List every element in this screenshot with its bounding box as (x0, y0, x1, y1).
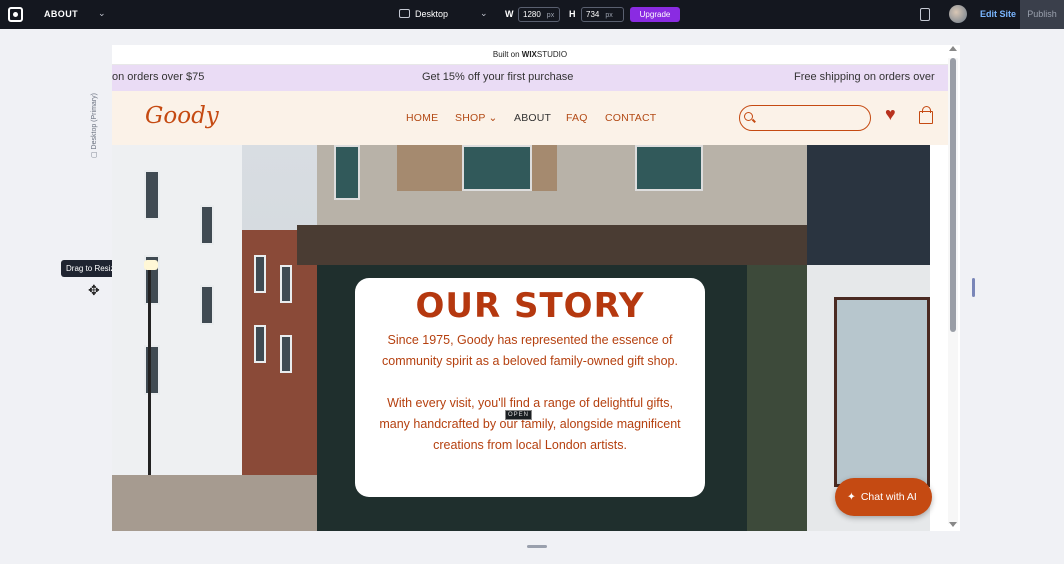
shop-fascia-image (297, 225, 837, 265)
window-image (254, 255, 266, 293)
window-image (254, 325, 266, 363)
resize-cursor-icon[interactable]: ✥ (88, 282, 100, 299)
search-icon (744, 112, 753, 121)
device-selector[interactable]: Desktop (415, 9, 448, 19)
bottom-resize-handle[interactable] (527, 545, 547, 548)
publish-button[interactable]: Publish (1020, 0, 1064, 29)
scroll-up-arrow-icon[interactable] (949, 46, 957, 51)
promo-ticker: on orders over $75 Get 15% off your firs… (112, 65, 948, 91)
window-image (144, 345, 160, 395)
promo-text: on orders over $75 (112, 71, 205, 83)
window-image (280, 265, 292, 303)
chevron-down-icon[interactable]: ⌄ (98, 8, 106, 19)
pages-panel-icon[interactable] (920, 8, 930, 21)
window-image (200, 285, 214, 325)
edit-site-button[interactable]: Edit Site (980, 9, 1016, 19)
nav-home[interactable]: HOME (406, 112, 438, 124)
editor-top-bar: ABOUT ⌄ Desktop ⌄ W 1280 px H 734 px Upgra… (0, 0, 1064, 29)
height-label: H (569, 9, 576, 19)
avatar[interactable] (949, 5, 967, 23)
window-image (280, 335, 292, 373)
wix-studio-logo-icon[interactable] (8, 7, 23, 22)
height-input[interactable]: 734 px (581, 7, 624, 22)
lamp-image (144, 260, 158, 270)
sparkle-icon: ✦ (847, 491, 856, 503)
pavement-image (112, 475, 332, 531)
nav-about[interactable]: ABOUT (514, 112, 551, 124)
window-image (144, 170, 160, 220)
nav-shop[interactable]: SHOP ⌄ (455, 112, 498, 124)
breakpoint-label: ▢ Desktop (Primary) (91, 93, 98, 158)
window-image (635, 145, 703, 191)
hero-section: OUR STORY Since 1975, Goody has represen… (112, 145, 930, 531)
promo-text: Get 15% off your first purchase (422, 71, 574, 83)
right-resize-handle[interactable] (972, 278, 975, 297)
story-paragraph: With every visit, you'll find a range of… (379, 396, 681, 452)
promo-text: Free shipping on orders over (794, 71, 935, 83)
nav-faq[interactable]: FAQ (566, 112, 588, 124)
desktop-icon[interactable] (399, 9, 410, 18)
window-image (200, 205, 214, 245)
our-story-card: OUR STORY Since 1975, Goody has represen… (355, 278, 705, 497)
page-selector[interactable]: ABOUT (44, 9, 78, 19)
upgrade-button[interactable]: Upgrade (630, 7, 680, 22)
chat-with-ai-button[interactable]: ✦ Chat with AI (835, 478, 932, 516)
open-sign: OPEN (505, 410, 532, 420)
built-on-banner: Built on WIXSTUDIO (112, 45, 948, 65)
scrollbar-thumb[interactable] (950, 58, 956, 332)
story-title: OUR STORY (415, 286, 645, 326)
search-input[interactable] (739, 105, 871, 131)
window-image (334, 145, 360, 200)
story-paragraph: Since 1975, Goody has represented the es… (382, 333, 678, 368)
heart-icon[interactable]: ♥ (885, 104, 896, 125)
dark-building-image (807, 145, 930, 265)
site-header: Goody HOME SHOP ⌄ ABOUT FAQ CONTACT ♥ (112, 91, 948, 145)
chevron-down-icon: ⌄ (488, 112, 498, 124)
window-image (462, 145, 532, 191)
nav-contact[interactable]: CONTACT (605, 112, 656, 124)
shopping-bag-icon[interactable] (919, 106, 933, 124)
scroll-down-arrow-icon[interactable] (949, 522, 957, 527)
lamp-post-image (148, 265, 151, 495)
brick-pillar-image (747, 265, 807, 531)
building-image (112, 145, 242, 531)
width-label: W (505, 9, 514, 19)
site-logo[interactable]: Goody (145, 103, 219, 129)
width-input[interactable]: 1280 px (518, 7, 560, 22)
site-canvas: Built on WIXSTUDIO on orders over $75 Ge… (112, 45, 960, 531)
window-image (834, 297, 930, 487)
chevron-down-icon[interactable]: ⌄ (480, 8, 488, 19)
